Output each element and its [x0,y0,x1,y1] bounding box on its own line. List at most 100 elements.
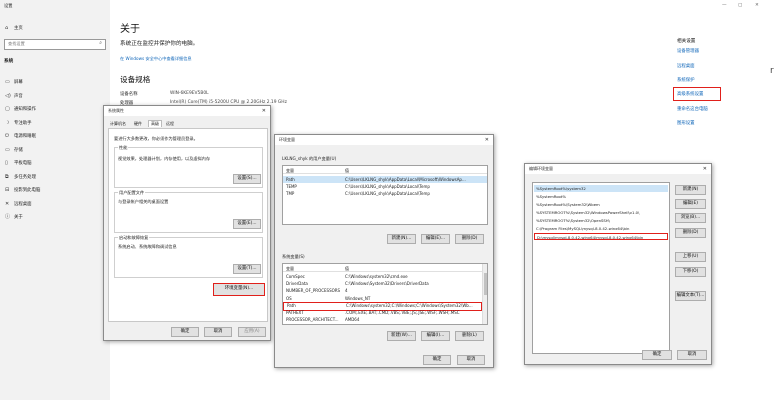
table-row[interactable]: OS Windows_NT [283,295,482,302]
user-edit-button[interactable]: 编辑(E)... [421,234,450,244]
minimize-button[interactable]: — [722,3,727,8]
table-row[interactable]: TEMP C:\Users\LKLNG_shyk\AppData\Local\Te… [283,183,487,190]
nav-item[interactable]: ⊟ 投影到此电脑 [0,184,110,197]
startup-title: 启动和故障恢复 [118,235,150,241]
environment-variables-button[interactable]: 环境变量(N)... [213,283,265,296]
new-path-entry[interactable]: D:\mysql\mysql-8.0.42-winx64\mysql-8.0.4… [534,233,668,240]
sysprops-close-icon[interactable]: ✕ [262,106,266,116]
browse-button[interactable]: 浏览(B)... [675,213,706,223]
project-icon: ⊟ [5,187,10,193]
sys-delete-button[interactable]: 删除(L) [455,331,484,341]
sysprops-tab-panel: 要进行大多数更改，你必须作为管理员登录。 性能 视觉效果，处理器计划，内存使用，… [108,128,268,322]
new-button[interactable]: 新建(N) [675,185,706,195]
tab-hardware[interactable]: 硬件 [134,121,142,127]
var-value: .COM;.EXE;.BAT;.CMD;.VBS;.VBE;.JS;.JSE;.… [345,310,460,315]
list-item[interactable]: %SystemRoot%\system32 [534,185,668,192]
profile-title: 用户配置文件 [118,190,146,196]
path-entries-list[interactable]: %SystemRoot%\system32 %SystemRoot% %System… [532,182,670,354]
envvars-cancel-button[interactable]: 取消 [457,355,485,365]
tab-computer-name[interactable]: 计算机名 [110,121,126,127]
nav-item[interactable]: ▭ 存储 [0,144,110,157]
nav-home[interactable]: ⌂ 主页 [0,22,110,35]
nav-item[interactable]: ✕ 远程桌面 [0,198,110,211]
related-link-4[interactable]: 重命名这台电脑 [677,106,708,112]
spec-title: 设备规格 [120,75,151,84]
user-col-var: 变量 [286,168,294,173]
related-link-1[interactable]: 远程桌面 [677,63,695,69]
search-input[interactable]: 查找设置 ⌕ [4,39,106,50]
profile-desc: 与登录帐户相关的桌面设置 [118,199,169,204]
user-new-button[interactable]: 新建(N)... [387,234,416,244]
display-icon: ▭ [5,79,10,85]
table-row[interactable]: PATHEXT .COM;.EXE;.BAT;.CMD;.VBS;.VBE;.JS… [283,309,482,316]
table-row[interactable]: DriverData C:\Windows\System32\Drivers\Dr… [283,280,482,287]
nav-home-label: 主页 [14,26,23,31]
related-link-0[interactable]: 设备管理器 [677,48,699,54]
sysprops-ok-button[interactable]: 确定 [171,327,199,337]
move-down-button[interactable]: 下移(O) [675,267,706,277]
table-row[interactable]: ComSpec C:\Windows\system32\cmd.exe [283,273,482,280]
list-item[interactable]: %SYSTEMROOT%\System32\OpenSSH\ [534,217,668,224]
focus-icon: ☽ [5,119,10,126]
startup-settings-button[interactable]: 设置(T)... [233,264,261,274]
sys-vars-scroll-thumb[interactable] [484,273,487,295]
related-link-2[interactable]: 系统保护 [677,77,695,83]
security-link[interactable]: 在 Windows 安全中心中查看详细信息 [120,56,192,62]
related-link-5[interactable]: 图形设置 [677,120,695,126]
var-value: C:\Users\LKLNG_shyk\AppData\Local\Micros… [345,177,466,182]
tab-advanced[interactable]: 高级 [148,120,162,127]
performance-settings-button[interactable]: 设置(S)... [233,174,261,184]
list-item[interactable]: %SystemRoot% [534,193,668,200]
nav-item-label: 投影到此电脑 [14,188,41,193]
editenv-cancel-button[interactable]: 取消 [677,350,707,360]
sys-new-button[interactable]: 新建(W)... [387,331,416,341]
nav-item-label: 通知和操作 [14,107,36,112]
var-value: AMD64 [345,317,360,323]
nav-item[interactable]: ▯ 平板电脑 [0,157,110,170]
table-row[interactable]: NUMBER_OF_PROCESSORS 4 [283,287,482,294]
var-name: TMP [286,191,295,196]
envvars-ok-button[interactable]: 确定 [423,355,451,365]
close-button[interactable]: ✕ [755,3,759,8]
nav-item[interactable]: ☽ 专注助手 [0,117,110,130]
sysprops-cancel-button[interactable]: 取消 [204,327,232,337]
table-row[interactable]: TMP C:\Users\LKLNG_shyk\AppData\Local\Tem… [283,190,487,197]
performance-title: 性能 [118,145,129,151]
table-row[interactable]: Path C:\Users\LKLNG_shyk\AppData\Local\Mi… [283,176,487,183]
nav-item[interactable]: ⓘ 关于 [0,211,110,224]
user-delete-button[interactable]: 删除(D) [455,234,484,244]
sys-edit-button[interactable]: 编辑(I)... [421,331,450,341]
nav-item[interactable]: ▢ 通知和操作 [0,103,110,116]
list-item[interactable]: C:\Program Files\MySQL\mysql-8.0.42-winx… [534,225,668,232]
nav-item-label: 声音 [14,93,23,99]
sys-col-val: 值 [345,266,349,271]
edit-text-button[interactable]: 编辑文本(T)... [675,291,706,301]
nav-item[interactable]: ◁) 声音 [0,90,110,103]
nav-item[interactable]: ⧉ 多任务处理 [0,171,110,184]
table-row[interactable]: PROCESSOR_ARCHITECT... AMD64 [283,316,482,323]
sys-vars-scrollbar[interactable] [482,264,487,324]
var-name: Path [286,177,295,182]
path-text: %SYSTEMROOT%\System32\OpenSSH\ [536,218,610,223]
profile-settings-button[interactable]: 设置(E)... [233,219,261,229]
delete-button[interactable]: 删除(D) [675,228,706,238]
startup-group: 启动和故障恢复 系统启动、系统故障和调试信息 设置(T)... [114,235,263,278]
list-item[interactable]: %SYSTEMROOT%\System32\WindowsPowerShell\… [534,209,668,216]
move-up-button[interactable]: 上移(U) [675,252,706,262]
maximize-button[interactable]: ▢ [738,3,742,8]
var-name: DriverData [286,281,308,287]
tab-remote[interactable]: 远程 [166,121,174,127]
list-item[interactable]: %SystemRoot%\System32\Wbem [534,201,668,208]
editenv-ok-button[interactable]: 确定 [642,350,672,360]
nav-item[interactable]: ▭ 屏幕 [0,76,110,89]
sysprops-apply-button[interactable]: 应用(A) [238,327,266,337]
sys-vars-table[interactable]: 变量 值 ComSpec C:\Windows\system32\cmd.exe D… [282,263,488,325]
envvars-close-icon[interactable]: ✕ [485,135,489,145]
editenv-close-icon[interactable]: ✕ [703,164,707,174]
edit-button[interactable]: 编辑(E) [675,199,706,209]
user-vars-table[interactable]: 变量 值 Path C:\Users\LKLNG_shyk\AppData\Loc… [282,165,488,225]
path-text: D:\mysql\mysql-8.0.42-winx64\mysql-8.0.4… [537,235,644,240]
info-icon: ⓘ [5,214,11,220]
advanced-system-settings-link[interactable]: 高级系统设置 [673,87,721,101]
nav-item[interactable]: ⏻ 电源和睡眠 [0,130,110,143]
